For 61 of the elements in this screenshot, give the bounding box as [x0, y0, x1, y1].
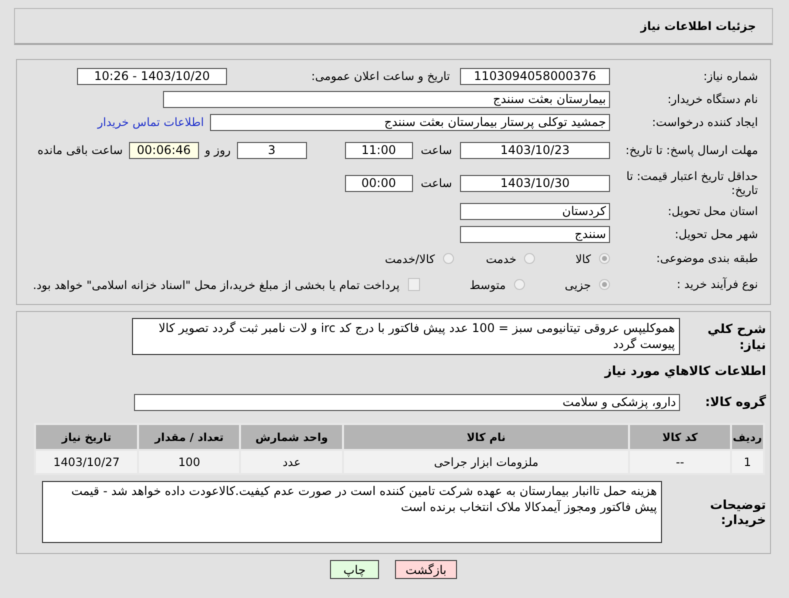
back-button[interactable]: بازگشت	[395, 560, 457, 580]
field-label: ساعت	[420, 143, 452, 157]
page-title: جزئیات اطلاعات نیاز	[640, 19, 756, 33]
column-header: کد کالا	[629, 424, 731, 450]
text-field[interactable]: بیمارستان بعثت سنندج	[163, 90, 610, 108]
field-label: حداقل تاریخ اعتبار قیمت: تا تاریخ:	[625, 168, 759, 198]
field-label: ساعت باقی مانده	[38, 143, 123, 157]
radio-option[interactable]: متوسط	[470, 278, 525, 292]
table-cell: 1	[730, 450, 764, 474]
description-box[interactable]: هموکلیپس عروقی تیتانیومی سبز = 100 عدد پیش فاکتور با درج کد irc و لات نامبر ثبت گردد تصویر کالا پیوست گردد	[132, 318, 680, 356]
table-cell: 100	[138, 450, 240, 474]
column-header: نام کالا	[343, 424, 630, 450]
field-label: تاریخ و ساعت اعلان عمومی:	[311, 69, 450, 83]
field-label: مهلت ارسال پاسخ: تا تاریخ:	[624, 142, 759, 158]
text-field[interactable]: جمشید توکلی پرستار بیمارستان بعثت سنندج	[210, 114, 610, 130]
radio-option[interactable]: کالا	[575, 252, 610, 266]
radio-option[interactable]: جزیی	[564, 278, 610, 292]
text-field[interactable]: 11:00	[344, 142, 413, 158]
text-field[interactable]: 1403/10/23	[460, 142, 610, 158]
radio-option[interactable]: خدمت	[486, 252, 536, 266]
column-header: واحد شمارش	[240, 424, 344, 450]
table-cell: ملزومات ابزار جراحی	[343, 450, 630, 474]
table-cell: 1403/10/27	[35, 450, 138, 474]
field-label: ایجاد کننده درخواست:	[651, 114, 759, 130]
radio-button[interactable]	[442, 253, 454, 264]
field-label: شرح کلي نياز:	[706, 320, 767, 352]
contact-link[interactable]: اطلاعات تماس خریدار	[97, 115, 204, 129]
field-label: گروه کالا:	[704, 394, 767, 410]
text-field[interactable]: دارو، پزشکی و سلامت	[134, 394, 680, 411]
field-label: شهر محل تحویل:	[674, 226, 759, 242]
field-label: روز و	[204, 143, 231, 157]
field-label: شماره نیاز:	[702, 68, 759, 84]
field-label: نوع فرآیند خرید :	[676, 277, 759, 292]
column-header: ردیف	[730, 424, 764, 450]
text-field[interactable]: 1403/10/30	[460, 174, 610, 192]
table-cell: --	[629, 450, 731, 474]
text-field[interactable]: 1103094058000376	[460, 68, 610, 84]
text-field[interactable]: 1403/10/20 - 10:26	[77, 68, 227, 84]
radio-button[interactable]	[599, 279, 610, 290]
field-label: نام دستگاه خریدار:	[666, 92, 759, 106]
notes-box[interactable]: هزینه حمل تاانبار بیمارستان به عهده شرکت تامین کننده است در صورت عدم کیفیت.کالاعودت داده خواهد شد - قیمت پیش فاکتور ومجوز آیمدکالا ملاک انتخاب برنده است	[42, 481, 662, 544]
checkbox[interactable]	[408, 278, 420, 291]
radio-button[interactable]	[599, 253, 610, 264]
radio-button[interactable]	[524, 253, 536, 264]
table-cell: عدد	[240, 450, 344, 474]
column-header: تاریخ نیاز	[35, 424, 138, 450]
text-field[interactable]: 00:06:46	[128, 142, 199, 158]
print-button[interactable]: چاپ	[330, 560, 379, 580]
text-field[interactable]: سنندج	[460, 226, 610, 242]
radio-button[interactable]	[514, 279, 525, 290]
text-field[interactable]: کردستان	[460, 202, 610, 220]
section-heading: اطلاعات کالاهاي مورد نياز	[603, 363, 767, 379]
field-label: طبقه بندی موضوعی:	[655, 251, 759, 266]
field-label: توضیحات خریدار:	[709, 496, 767, 528]
text-field[interactable]: 3	[236, 142, 307, 158]
field-label: استان محل تحویل:	[666, 204, 759, 218]
text-field[interactable]: 00:00	[344, 174, 413, 192]
column-header: تعداد / مقدار	[138, 424, 240, 450]
field-label: ساعت	[420, 176, 452, 190]
radio-option[interactable]: کالا/خدمت	[384, 252, 454, 266]
checkbox-option[interactable]: پرداخت تمام یا بخشی از مبلغ خرید،از محل "اسناد خزانه اسلامی" خواهد بود.	[32, 278, 420, 292]
